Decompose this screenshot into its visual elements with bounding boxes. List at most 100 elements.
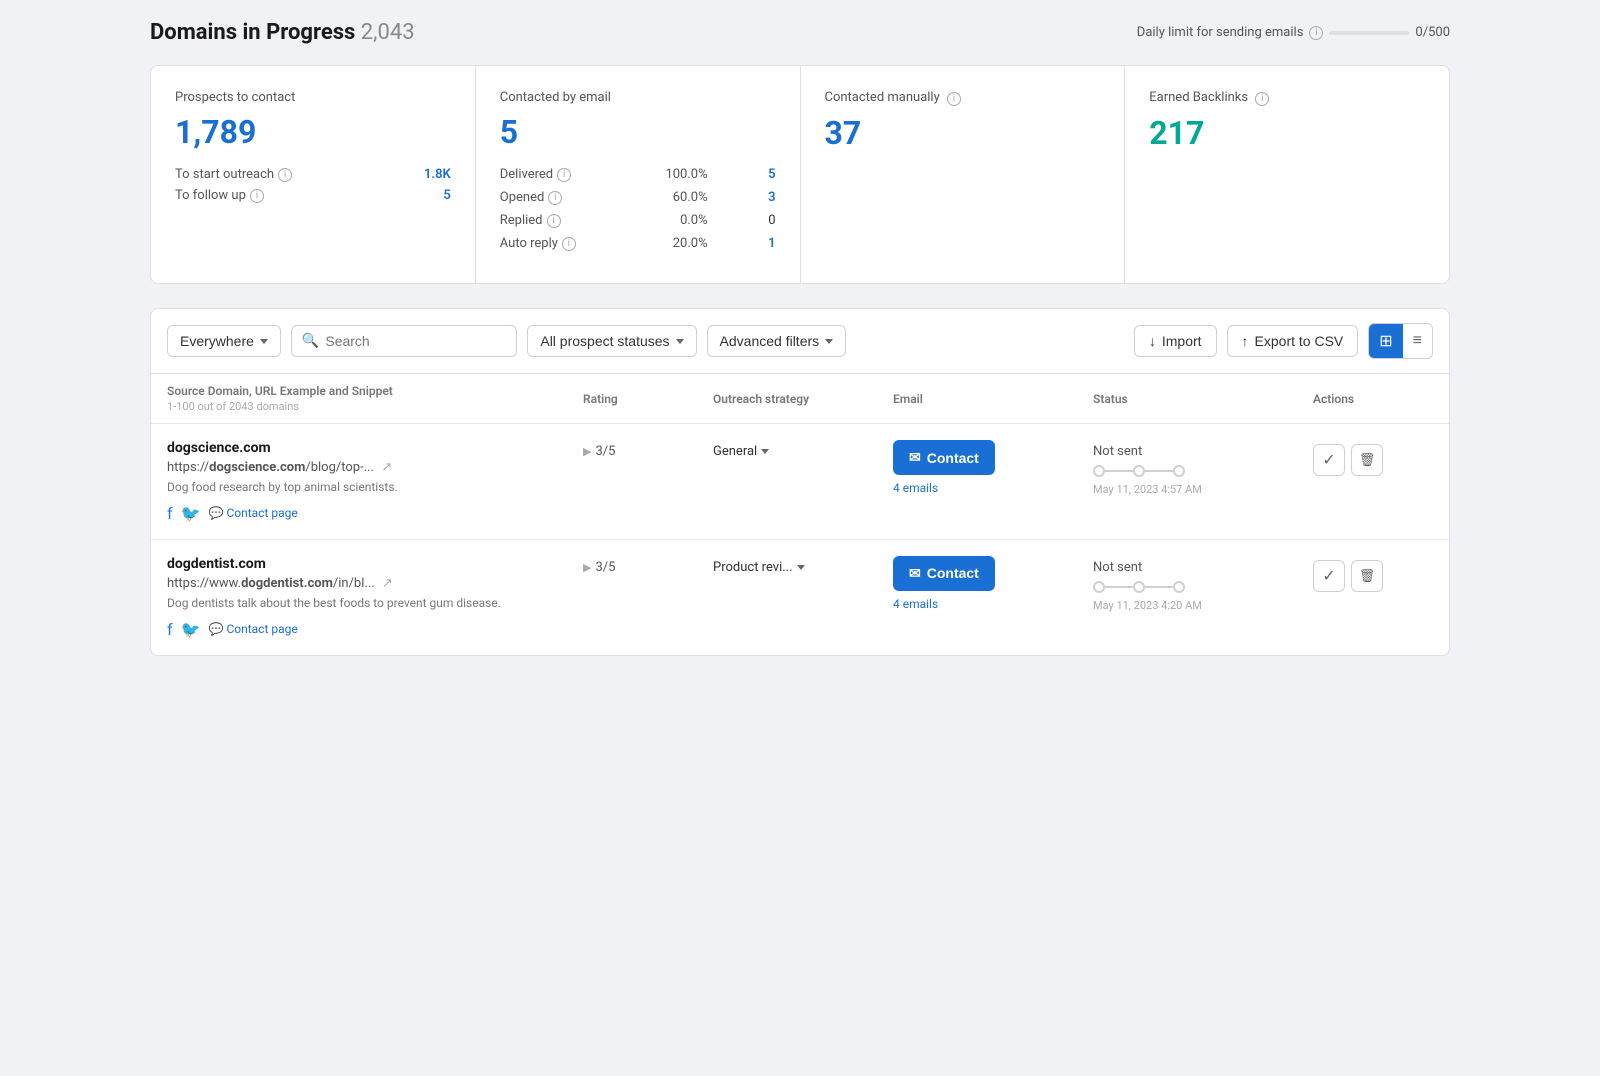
actions-cell-0: [1313, 440, 1433, 476]
export-label: Export to CSV: [1255, 333, 1344, 349]
check-button-0[interactable]: [1313, 444, 1345, 476]
daily-limit-label: Daily limit for sending emails: [1137, 25, 1304, 40]
external-link-icon-1[interactable]: [382, 576, 393, 591]
external-link-icon-0[interactable]: [381, 460, 392, 475]
followup-value: 5: [443, 188, 450, 203]
trash-icon-1: [1359, 567, 1376, 585]
search-icon: 🔍: [302, 333, 319, 349]
location-filter[interactable]: Everywhere: [167, 325, 281, 357]
opened-label: Opened i: [500, 190, 600, 205]
domain-name-0: dogscience.com: [167, 440, 583, 456]
status-cell-1: Not sent May 11, 2023 4:20 AM: [1093, 556, 1313, 612]
contact-button-1[interactable]: Contact: [893, 556, 995, 591]
progress-dot-5: [1173, 581, 1185, 593]
outreach-value: 1.8K: [424, 167, 451, 182]
col-status: Status: [1093, 392, 1313, 406]
col-rating: Rating: [583, 392, 713, 406]
domain-snippet-0: Dog food research by top animal scientis…: [167, 479, 583, 496]
chat-icon-0: [208, 506, 223, 520]
manual-info-icon[interactable]: i: [947, 92, 961, 106]
followup-label: To follow up i: [175, 188, 264, 203]
prospects-row-outreach: To start outreach i 1.8K: [175, 167, 451, 182]
domain-cell-0: dogscience.com https://dogscience.com/bl…: [167, 440, 583, 523]
stats-card: Prospects to contact 1,789 To start outr…: [150, 65, 1450, 284]
replied-info-icon[interactable]: i: [547, 214, 561, 228]
status-date-0: May 11, 2023 4:57 AM: [1093, 483, 1313, 496]
status-date-1: May 11, 2023 4:20 AM: [1093, 599, 1313, 612]
table-row: dogdentist.com https://www.dogdentist.co…: [151, 540, 1449, 655]
contact-button-0[interactable]: Contact: [893, 440, 995, 475]
stats-backlinks: Earned Backlinks i 217: [1125, 66, 1449, 283]
check-button-1[interactable]: [1313, 560, 1345, 592]
location-filter-label: Everywhere: [180, 333, 254, 349]
contact-page-link-1[interactable]: Contact page: [208, 622, 297, 636]
followup-info-icon[interactable]: i: [250, 189, 264, 203]
delete-button-1[interactable]: [1351, 560, 1383, 592]
autoreply-info-icon[interactable]: i: [562, 237, 576, 251]
email-count-1[interactable]: 4 emails: [893, 597, 1093, 611]
page-title-text: Domains in Progress: [150, 20, 355, 45]
autoreply-label: Auto reply i: [500, 236, 600, 251]
email-row-delivered: Delivered i 100.0% 5: [500, 167, 776, 182]
progress-dot-0: [1093, 465, 1105, 477]
envelope-icon-0: [909, 449, 921, 466]
col-outreach: Outreach strategy: [713, 392, 893, 406]
status-filter[interactable]: All prospect statuses: [527, 325, 696, 357]
autoreply-pct: 20.0%: [648, 236, 708, 251]
status-progress-0: [1093, 465, 1313, 477]
outreach-dropdown-0[interactable]: General: [713, 440, 893, 459]
grid-view-button[interactable]: [1369, 324, 1402, 358]
import-button[interactable]: Import: [1134, 325, 1217, 357]
twitter-icon-1[interactable]: 🐦: [181, 620, 201, 639]
contact-page-link-0[interactable]: Contact page: [208, 506, 297, 520]
domain-name-1: dogdentist.com: [167, 556, 583, 572]
twitter-icon-0[interactable]: 🐦: [181, 504, 201, 523]
email-row-opened: Opened i 60.0% 3: [500, 190, 776, 205]
delivered-pct: 100.0%: [648, 167, 708, 182]
status-progress-1: [1093, 581, 1313, 593]
outreach-dropdown-1[interactable]: Product revi...: [713, 556, 893, 575]
prospects-row-followup: To follow up i 5: [175, 188, 451, 203]
delivered-info-icon[interactable]: i: [557, 168, 571, 182]
rating-arrow-icon-0: ▶: [583, 445, 591, 458]
list-icon: [1413, 332, 1422, 350]
daily-limit: Daily limit for sending emails i 0/500: [1137, 25, 1450, 40]
search-input[interactable]: [325, 333, 506, 349]
manual-value: 37: [825, 114, 1101, 152]
domain-cell-1: dogdentist.com https://www.dogdentist.co…: [167, 556, 583, 639]
stats-email: Contacted by email 5 Delivered i 100.0% …: [476, 66, 801, 283]
progress-line-4: [1145, 586, 1173, 588]
email-cell-1: Contact 4 emails: [893, 556, 1093, 611]
stats-manual: Contacted manually i 37: [801, 66, 1126, 283]
opened-count: 3: [756, 190, 776, 205]
replied-label: Replied i: [500, 213, 600, 228]
email-row-replied: Replied i 0.0% 0: [500, 213, 776, 228]
backlinks-info-icon[interactable]: i: [1255, 92, 1269, 106]
facebook-icon-0[interactable]: f: [167, 504, 173, 523]
email-cell-0: Contact 4 emails: [893, 440, 1093, 495]
status-label-0: Not sent: [1093, 444, 1313, 459]
manual-label: Contacted manually i: [825, 90, 1101, 106]
list-view-button[interactable]: [1403, 324, 1432, 358]
opened-info-icon[interactable]: i: [548, 191, 562, 205]
outreach-info-icon[interactable]: i: [278, 168, 292, 182]
location-chevron-icon: [260, 339, 268, 344]
facebook-icon-1[interactable]: f: [167, 620, 173, 639]
advanced-filters-label: Advanced filters: [720, 333, 820, 349]
export-button[interactable]: Export to CSV: [1227, 325, 1359, 357]
opened-pct: 60.0%: [648, 190, 708, 205]
rating-value-1: 3/5: [595, 560, 615, 575]
domain-socials-0: f 🐦 Contact page: [167, 504, 583, 523]
col-domain: Source Domain, URL Example and Snippet 1…: [167, 384, 583, 413]
backlinks-label: Earned Backlinks i: [1149, 90, 1425, 106]
outreach-value-0: General: [713, 444, 757, 459]
daily-limit-info-icon[interactable]: i: [1309, 26, 1323, 40]
replied-count: 0: [756, 213, 776, 228]
actions-cell-1: [1313, 556, 1433, 592]
table-header: Source Domain, URL Example and Snippet 1…: [151, 374, 1449, 424]
delete-button-0[interactable]: [1351, 444, 1383, 476]
advanced-filters[interactable]: Advanced filters: [707, 325, 847, 357]
email-count-0[interactable]: 4 emails: [893, 481, 1093, 495]
filter-bar: Everywhere 🔍 All prospect statuses Advan…: [150, 308, 1450, 374]
envelope-icon-1: [909, 565, 921, 582]
